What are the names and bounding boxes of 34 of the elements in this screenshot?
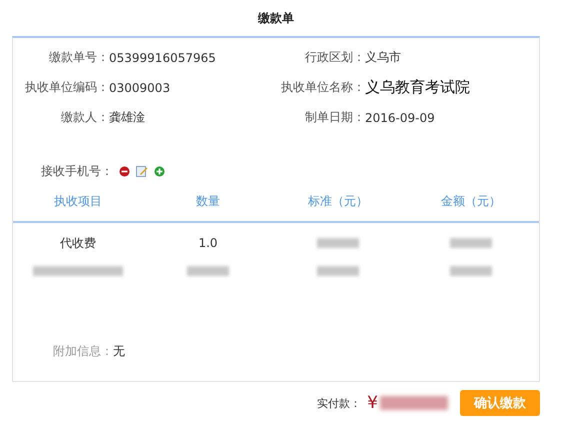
column-header: 数量 — [195, 192, 221, 210]
table-cell-text: 1.0 — [197, 236, 219, 250]
edit-icon[interactable] — [136, 165, 148, 177]
field-value: 03009003 — [109, 80, 170, 94]
field-value: 2016-09-09 — [365, 110, 435, 124]
field-value: 无 — [113, 343, 125, 360]
field-value: 05399916057965 — [109, 50, 216, 64]
redacted-text — [187, 266, 229, 276]
redacted-amount — [380, 396, 448, 410]
field-label: 制单日期： — [304, 109, 365, 126]
field-value: 义乌教育考试院 — [365, 78, 470, 97]
redacted-text — [317, 266, 359, 276]
column-header: 执收项目 — [53, 192, 103, 210]
add-icon[interactable] — [154, 166, 165, 176]
field-label: 执收单位名称： — [280, 79, 365, 96]
field-label: 附加信息： — [52, 343, 113, 360]
total-label: 实付款： — [317, 396, 362, 410]
confirm-payment-button[interactable]: 确认缴款 — [460, 390, 540, 416]
field-value: 龚雄淦 — [109, 109, 145, 126]
field-label: 执收单位编码： — [24, 79, 109, 96]
field-label: 缴款人： — [60, 109, 109, 126]
field-label: 行政区划： — [304, 49, 365, 66]
redacted-text — [317, 238, 359, 248]
field-label: 接收手机号： — [40, 162, 113, 180]
field-value: 义乌市 — [365, 49, 401, 66]
column-header: 金额（元） — [440, 192, 502, 210]
currency-symbol: ¥ — [367, 393, 378, 413]
column-header: 标准（元） — [307, 192, 369, 210]
redacted-text — [450, 266, 492, 276]
redacted-text — [450, 238, 492, 248]
page-title: 缴款单 — [256, 10, 295, 27]
table-cell-text: 代收费 — [59, 234, 97, 252]
field-label: 缴款单号： — [48, 49, 109, 66]
remove-icon[interactable] — [119, 166, 130, 176]
